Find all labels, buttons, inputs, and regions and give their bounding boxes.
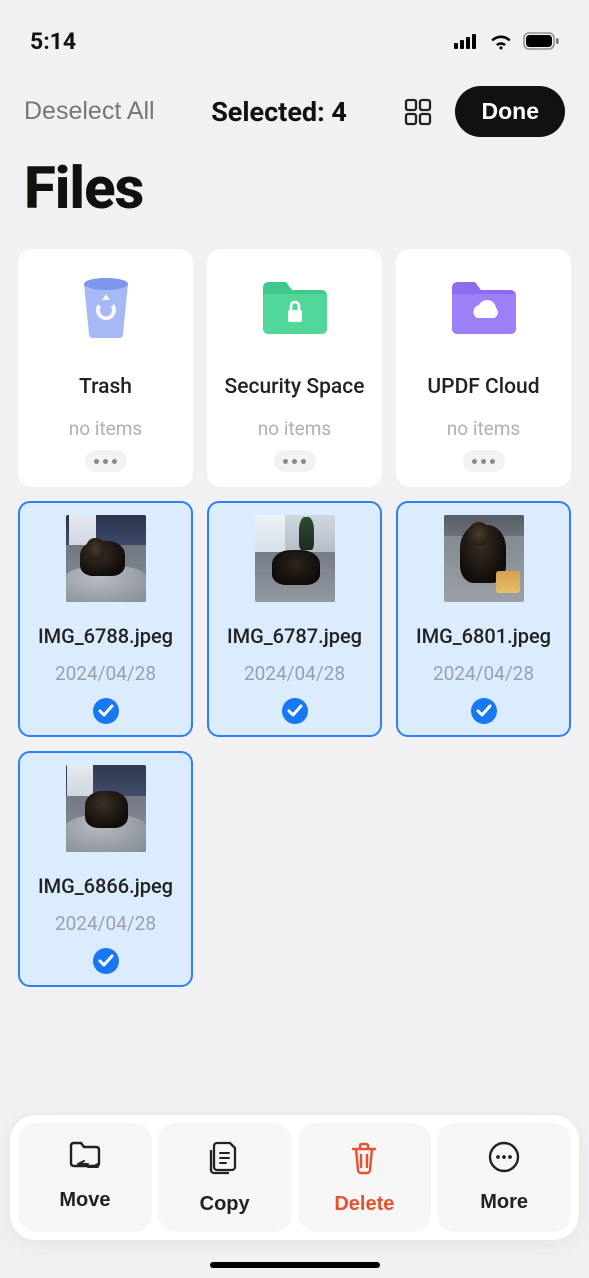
more-icon[interactable] <box>463 450 505 472</box>
more-circle-icon <box>488 1141 520 1179</box>
status-time: 5:14 <box>30 28 76 55</box>
grid-view-icon[interactable] <box>403 97 433 127</box>
action-bar: Move Copy Delete More <box>10 1115 579 1240</box>
status-icons <box>454 32 559 50</box>
photo-thumbnail <box>66 515 146 602</box>
folder-sub: no items <box>258 417 331 440</box>
done-button[interactable]: Done <box>455 86 565 137</box>
file-name: IMG_6787.jpeg <box>227 624 362 648</box>
signal-icon <box>454 33 479 49</box>
action-label: Copy <box>200 1193 250 1216</box>
folder-trash[interactable]: Trash no items <box>18 249 193 487</box>
trash-icon <box>78 276 134 344</box>
check-icon <box>92 947 120 975</box>
move-button[interactable]: Move <box>18 1123 152 1232</box>
delete-button[interactable]: Delete <box>298 1123 432 1232</box>
file-date: 2024/04/28 <box>244 662 345 685</box>
action-label: Move <box>59 1189 110 1212</box>
file-item[interactable]: IMG_6801.jpeg 2024/04/28 <box>396 501 571 737</box>
file-date: 2024/04/28 <box>55 912 156 935</box>
selected-count: Selected: 4 <box>211 96 347 128</box>
delete-icon <box>349 1141 379 1181</box>
top-bar: Deselect All Selected: 4 Done <box>0 64 589 137</box>
folder-sub: no items <box>447 417 520 440</box>
cloud-folder-icon <box>449 280 519 340</box>
battery-icon <box>523 32 559 50</box>
folder-security-space[interactable]: Security Space no items <box>207 249 382 487</box>
deselect-all-button[interactable]: Deselect All <box>24 97 155 126</box>
copy-icon <box>209 1141 241 1181</box>
lock-folder-icon <box>260 280 330 340</box>
file-name: IMG_6788.jpeg <box>38 624 173 648</box>
file-item[interactable]: IMG_6866.jpeg 2024/04/28 <box>18 751 193 987</box>
folder-sub: no items <box>69 417 142 440</box>
status-bar: 5:14 <box>0 0 589 64</box>
more-icon[interactable] <box>274 450 316 472</box>
file-item[interactable]: IMG_6788.jpeg 2024/04/28 <box>18 501 193 737</box>
action-label: More <box>480 1191 528 1214</box>
folder-name: Security Space <box>225 375 365 399</box>
home-indicator <box>210 1262 380 1268</box>
photo-thumbnail <box>66 765 146 852</box>
more-icon[interactable] <box>85 450 127 472</box>
file-date: 2024/04/28 <box>433 662 534 685</box>
folder-name: Trash <box>79 375 132 399</box>
action-label: Delete <box>334 1193 394 1216</box>
check-icon <box>92 697 120 725</box>
folder-updf-cloud[interactable]: UPDF Cloud no items <box>396 249 571 487</box>
file-name: IMG_6801.jpeg <box>416 624 551 648</box>
folder-name: UPDF Cloud <box>427 375 539 399</box>
check-icon <box>470 697 498 725</box>
file-name: IMG_6866.jpeg <box>38 874 173 898</box>
wifi-icon <box>489 32 513 50</box>
move-icon <box>68 1141 102 1177</box>
photo-thumbnail <box>255 515 335 602</box>
photo-thumbnail <box>444 515 524 602</box>
copy-button[interactable]: Copy <box>158 1123 292 1232</box>
file-date: 2024/04/28 <box>55 662 156 685</box>
file-grid: Trash no items Security Space no items U… <box>0 235 589 987</box>
file-item[interactable]: IMG_6787.jpeg 2024/04/28 <box>207 501 382 737</box>
page-title: Files <box>0 137 589 235</box>
check-icon <box>281 697 309 725</box>
more-button[interactable]: More <box>437 1123 571 1232</box>
